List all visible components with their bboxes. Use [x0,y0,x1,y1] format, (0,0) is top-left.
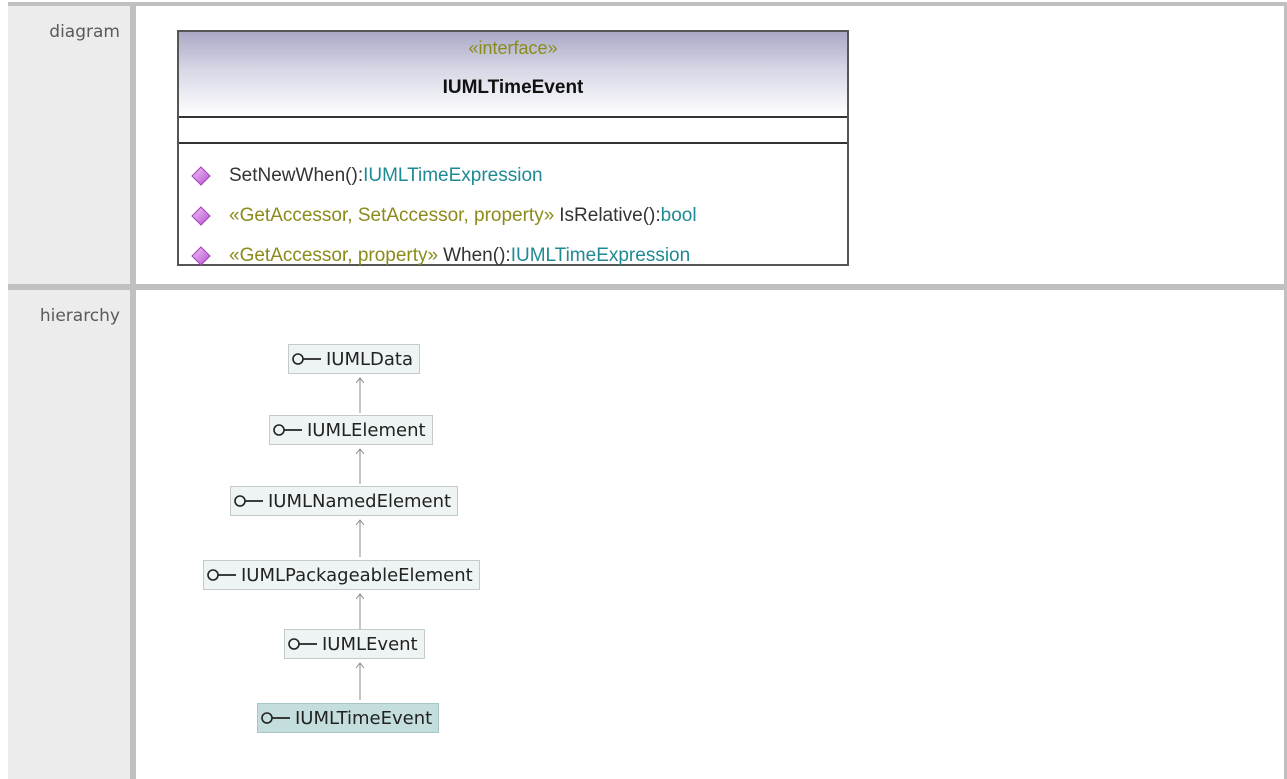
operation-stereotype: «GetAccessor, property» [229,245,439,266]
hierarchy-row-label: hierarchy [39,306,120,326]
generalization-arrow [355,662,365,700]
uml-attributes-compartment [179,118,847,144]
operation-item[interactable]: SetNewWhen(): IUMLTimeExpression [191,161,543,191]
interface-icon [207,569,236,581]
hierarchy-node-iumltimeevent-current: IUMLTimeEvent [257,703,440,733]
interface-icon [288,638,317,650]
hierarchy-node-label: IUMLPackageableElement [241,564,473,586]
hierarchy-node-label: IUMLData [326,348,414,370]
generalization-arrow [355,593,365,629]
operation-stereotype: «GetAccessor, SetAccessor, property» [229,205,555,226]
generalization-arrow [355,448,365,484]
uml-class-name: IUMLTimeEvent [442,77,584,98]
hierarchy-node-iumlevent[interactable]: IUMLEvent [284,629,425,659]
hierarchy-node-iumlnamedelement[interactable]: IUMLNamedElement [230,486,459,516]
uml-class-header: «interface» IUMLTimeEvent [179,32,847,118]
operation-name: SetNewWhen(): [229,165,364,186]
operation-return-type[interactable]: IUMLTimeExpression [363,165,543,187]
operation-item[interactable]: «GetAccessor, SetAccessor, property» IsR… [191,201,697,231]
uml-class-box[interactable]: «interface» IUMLTimeEvent SetNewWhen(): … [177,30,849,266]
hierarchy-row: hierarchy [8,290,1287,779]
operation-name: When(): [443,245,511,266]
generalization-arrow [355,519,365,557]
diagram-row-label-cell: diagram [8,6,136,288]
interface-icon [273,424,302,436]
operation-diamond-icon [191,246,211,266]
hierarchy-node-iumldata[interactable]: IUMLData [288,344,421,374]
uml-class-stereotype: «interface» [468,38,558,58]
operation-diamond-icon [191,166,211,186]
operation-return-type: bool [660,205,697,226]
operation-return-type[interactable]: IUMLTimeExpression [511,245,691,267]
operation-item[interactable]: «GetAccessor, property» When(): IUMLTime… [191,241,690,271]
hierarchy-node-iumlpackageableelement[interactable]: IUMLPackageableElement [203,560,480,590]
operation-name: IsRelative(): [559,205,661,226]
interface-icon [261,712,290,724]
hierarchy-node-label: IUMLNamedElement [268,490,452,512]
hierarchy-row-label-cell: hierarchy [8,290,136,779]
hierarchy-node-label: IUMLElement [307,419,426,441]
diagram-row-label: diagram [49,22,120,42]
hierarchy-node-iumlelement[interactable]: IUMLElement [269,415,433,445]
generalization-arrow [355,377,365,413]
operation-diamond-icon [191,206,211,226]
interface-icon [234,495,263,507]
hierarchy-node-label: IUMLEvent [322,633,418,655]
hierarchy-node-label: IUMLTimeEvent [295,707,433,729]
interface-icon [292,353,321,365]
